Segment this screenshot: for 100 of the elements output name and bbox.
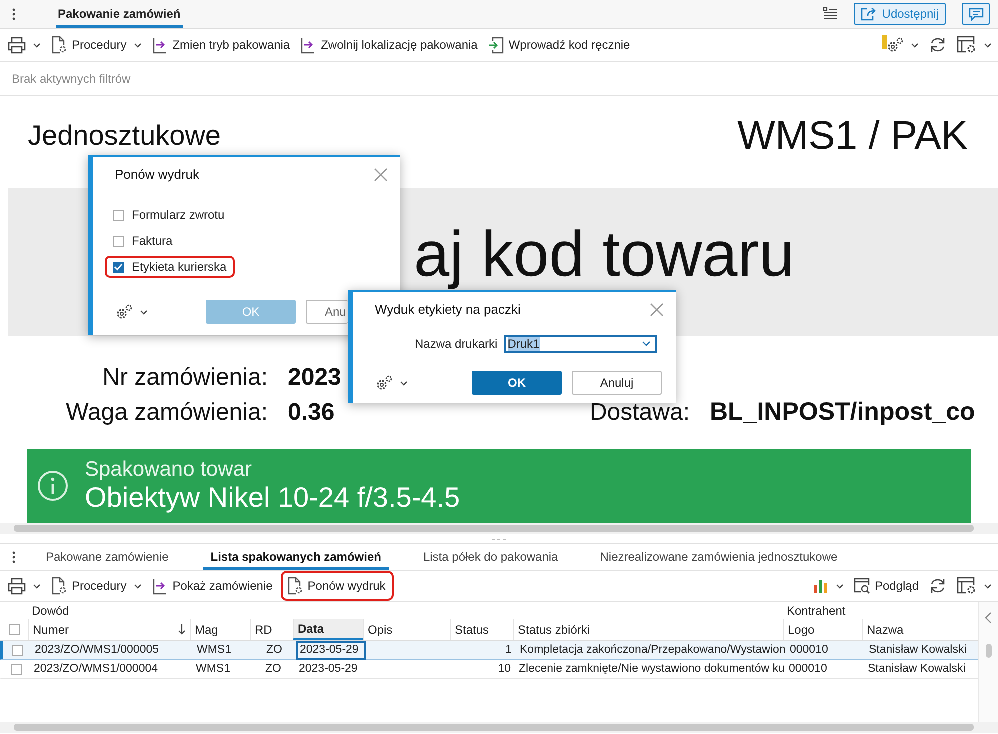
order-weight-value: 0.36 bbox=[288, 399, 335, 427]
order-number-label: Nr zamówienia: bbox=[102, 364, 268, 392]
refresh-icon[interactable] bbox=[929, 577, 947, 595]
cancel-button[interactable]: Anuluj bbox=[572, 371, 662, 395]
horizontal-scrollbar[interactable] bbox=[0, 722, 998, 733]
table-cell-text: 000010 bbox=[788, 662, 828, 677]
column-group-header: Kontrahent bbox=[786, 604, 847, 618]
more-icon[interactable] bbox=[12, 550, 16, 564]
printer-select[interactable]: Druk1 bbox=[504, 335, 657, 353]
enter-document-icon bbox=[488, 36, 504, 54]
row-checkbox[interactable] bbox=[12, 644, 22, 656]
toolbar-button[interactable]: Wprowadź kod ręcznie bbox=[488, 32, 630, 58]
preview-button[interactable]: Podgląd bbox=[854, 573, 919, 599]
order-weight-label: Waga zamówienia: bbox=[65, 399, 268, 427]
layout-settings-icon[interactable] bbox=[957, 577, 977, 595]
comment-icon bbox=[968, 8, 984, 20]
bar-chart-icon[interactable] bbox=[812, 578, 829, 594]
table-cell-text: 000010 bbox=[789, 643, 830, 658]
refresh-icon[interactable] bbox=[929, 36, 947, 54]
gears-icon[interactable] bbox=[886, 37, 904, 53]
procedures-menu[interactable]: Procedury bbox=[51, 32, 142, 58]
column-header[interactable]: Numer bbox=[28, 619, 190, 640]
checkbox[interactable] bbox=[113, 262, 124, 272]
share-button[interactable]: Udostępnij bbox=[854, 3, 946, 25]
preview-icon bbox=[854, 578, 870, 594]
document-gear-icon bbox=[286, 577, 303, 595]
sort-down-icon bbox=[178, 624, 186, 635]
column-group-header: Dowód bbox=[31, 604, 70, 618]
table-cell-text: WMS1 bbox=[195, 662, 232, 677]
procedures-menu[interactable]: Procedury bbox=[51, 573, 142, 599]
arrow-document-icon bbox=[152, 578, 168, 594]
caret-icon bbox=[984, 42, 992, 48]
station-title: WMS1 / PAK bbox=[738, 114, 968, 158]
toolbar-button[interactable]: Pokaż zamówienie bbox=[152, 573, 273, 599]
column-header[interactable]: Mag bbox=[190, 619, 250, 640]
vertical-scrollbar[interactable] bbox=[986, 644, 992, 658]
caret-icon bbox=[984, 584, 992, 588]
row-checkbox[interactable] bbox=[10, 664, 22, 674]
tab[interactable]: Pakowane zamówienie bbox=[38, 544, 177, 570]
column-header[interactable]: Data bbox=[293, 619, 363, 640]
cancel-button[interactable]: Anu bbox=[306, 300, 348, 324]
caret-icon bbox=[836, 584, 844, 588]
horizontal-scrollbar[interactable] bbox=[0, 523, 998, 534]
table-cell-text: WMS1 bbox=[196, 643, 232, 658]
printer-icon[interactable] bbox=[8, 36, 26, 54]
checkbox[interactable] bbox=[113, 236, 124, 246]
table-cell-text: Zlecenie zamknięte/Nie wystawiono dokumentów ku bbox=[518, 662, 785, 677]
table-cell-text: 2023-05-29 bbox=[298, 662, 359, 677]
table-cell-text: 1 bbox=[504, 643, 513, 658]
layout-settings-icon[interactable] bbox=[957, 36, 977, 54]
filter-status: Brak aktywnych filtrów bbox=[12, 72, 131, 86]
share-icon bbox=[861, 8, 876, 20]
tab[interactable]: Pakowanie zamówień bbox=[56, 0, 183, 28]
table-cell-text: 2023/ZO/WMS1/000004 bbox=[33, 662, 160, 677]
table-cell-text: 10 bbox=[497, 662, 512, 677]
ok-button[interactable]: OK bbox=[472, 371, 562, 395]
select-all-checkbox[interactable] bbox=[8, 624, 20, 635]
collapse-chevron-icon[interactable] bbox=[984, 612, 992, 624]
column-header[interactable]: Status zbiórki bbox=[513, 619, 783, 640]
table-cell-text: Kompletacja zakończona/Przepakowano/Wystawion bbox=[519, 643, 786, 658]
column-header[interactable]: Opis bbox=[363, 619, 450, 640]
toolbar-button[interactable]: Zwolnij lokalizację pakowania bbox=[300, 32, 478, 58]
arrow-document-icon bbox=[152, 36, 168, 54]
table-cell: 2023-05-29 bbox=[296, 640, 366, 660]
printer-icon[interactable] bbox=[8, 578, 26, 594]
column-header[interactable]: Logo bbox=[783, 619, 862, 640]
gears-icon[interactable] bbox=[375, 375, 393, 391]
order-number-value: 2023 bbox=[288, 364, 342, 392]
caret-icon bbox=[33, 584, 41, 588]
checkbox[interactable] bbox=[113, 210, 124, 220]
toolbar-button[interactable]: Zmien tryb pakowania bbox=[152, 32, 290, 58]
table-row[interactable]: 2023/ZO/WMS1/000005 WMS1 ZO 2023-05-29 1 Kompletacja zakończona/Przepakowano/Wystawion 000010 Stanisław Kowalski bbox=[0, 641, 978, 660]
dialog-title: Wyduk etykiety na paczki bbox=[375, 302, 521, 317]
more-icon[interactable] bbox=[12, 8, 16, 20]
list-icon[interactable] bbox=[823, 7, 838, 21]
caret-icon bbox=[911, 42, 919, 48]
tab[interactable]: Lista półek do pakowania bbox=[415, 544, 566, 570]
checkbox-option[interactable]: Formularz zwrotu bbox=[105, 204, 233, 226]
close-icon[interactable] bbox=[650, 302, 664, 316]
tab[interactable]: Lista spakowanych zamówień bbox=[202, 544, 390, 570]
message-title: Spakowano towar bbox=[85, 458, 253, 482]
document-gear-icon bbox=[51, 36, 67, 54]
field-label: Nazwa drukarki bbox=[415, 337, 498, 351]
caret-icon bbox=[134, 42, 142, 48]
mode-title: Jednosztukowe bbox=[28, 120, 222, 152]
tab[interactable]: Niezrealizowane zamówienia jednosztukowe bbox=[592, 544, 846, 570]
dropdown-chevron-icon bbox=[642, 341, 651, 347]
column-header[interactable]: Status bbox=[450, 619, 513, 640]
message-text: Obiektyw Nikel 10-24 f/3.5-4.5 bbox=[85, 482, 460, 514]
table-row[interactable]: 2023/ZO/WMS1/000004 WMS1 ZO 2023-05-29 10 Zlecenie zamknięte/Nie wystawiono dokumentów ku 000010 Stanisław Kowalski bbox=[0, 660, 978, 679]
checkbox-option[interactable]: Faktura bbox=[105, 230, 181, 252]
delivery-value: BL_INPOST/inpost_co bbox=[710, 398, 976, 427]
gears-icon[interactable] bbox=[115, 304, 133, 320]
checkbox-option[interactable]: Etykieta kurierska bbox=[105, 256, 235, 278]
comment-button[interactable] bbox=[962, 3, 990, 25]
close-icon[interactable] bbox=[374, 168, 388, 182]
toolbar-button[interactable]: Ponów wydruk bbox=[282, 573, 392, 599]
delivery-label: Dostawa: bbox=[588, 399, 690, 427]
table-cell-text: 2023/ZO/WMS1/000005 bbox=[34, 643, 160, 658]
column-header[interactable]: Nazwa bbox=[862, 619, 975, 640]
